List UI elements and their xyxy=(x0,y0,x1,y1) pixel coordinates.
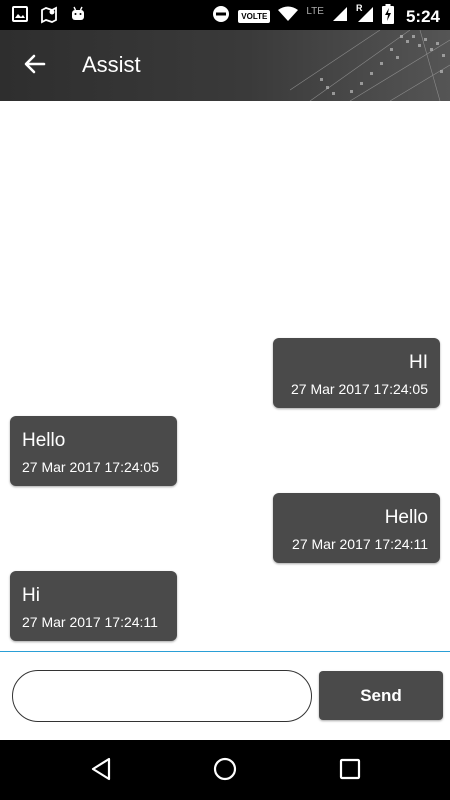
roaming-label: R xyxy=(355,3,363,13)
message-text: HI xyxy=(409,352,428,373)
message-list[interactable]: HI 27 Mar 2017 17:24:05 Hello 27 Mar 201… xyxy=(0,101,450,651)
message-text: Hello xyxy=(384,507,428,528)
message-timestamp: 27 Mar 2017 17:24:05 xyxy=(291,381,428,397)
page-title: Assist xyxy=(82,52,141,77)
signal-icon xyxy=(332,6,348,27)
recents-square-icon xyxy=(339,758,361,785)
status-clock: 5:24 xyxy=(405,6,440,26)
incoming-message: Hi 27 Mar 2017 17:24:11 xyxy=(10,571,177,641)
back-triangle-icon xyxy=(90,757,112,786)
outgoing-message: HI 27 Mar 2017 17:24:05 xyxy=(273,338,440,408)
home-circle-icon xyxy=(213,757,237,786)
send-button[interactable]: Send xyxy=(319,671,443,720)
composer-divider xyxy=(0,651,450,652)
message-timestamp: 27 Mar 2017 17:24:05 xyxy=(22,459,159,475)
app-toolbar: Assist xyxy=(0,30,450,101)
status-bar: VOLTE LTE R 5:24 xyxy=(0,0,450,30)
message-text: Hi xyxy=(22,585,40,606)
nav-recents-button[interactable] xyxy=(337,758,363,784)
incoming-message: Hello 27 Mar 2017 17:24:05 xyxy=(10,416,177,486)
message-input[interactable] xyxy=(12,670,312,722)
map-icon xyxy=(40,6,58,29)
android-icon xyxy=(70,6,86,29)
system-nav-bar xyxy=(0,740,450,800)
battery-charging-icon xyxy=(381,4,394,29)
image-icon xyxy=(12,6,28,29)
back-button[interactable] xyxy=(18,50,52,82)
roaming-signal-icon: R xyxy=(355,3,374,28)
nav-back-button[interactable] xyxy=(88,757,114,786)
arrow-left-icon xyxy=(24,53,46,80)
toolbar-background-pattern xyxy=(290,30,450,101)
nav-home-button[interactable] xyxy=(212,757,238,786)
do-not-disturb-icon xyxy=(212,5,230,28)
message-text: Hello xyxy=(22,430,66,451)
outgoing-message: Hello 27 Mar 2017 17:24:11 xyxy=(273,493,440,563)
volte-badge: VOLTE xyxy=(238,10,271,23)
network-type-label: LTE xyxy=(306,6,324,17)
message-timestamp: 27 Mar 2017 17:24:11 xyxy=(292,536,428,552)
message-timestamp: 27 Mar 2017 17:24:11 xyxy=(22,614,158,630)
wifi-icon xyxy=(278,6,299,27)
